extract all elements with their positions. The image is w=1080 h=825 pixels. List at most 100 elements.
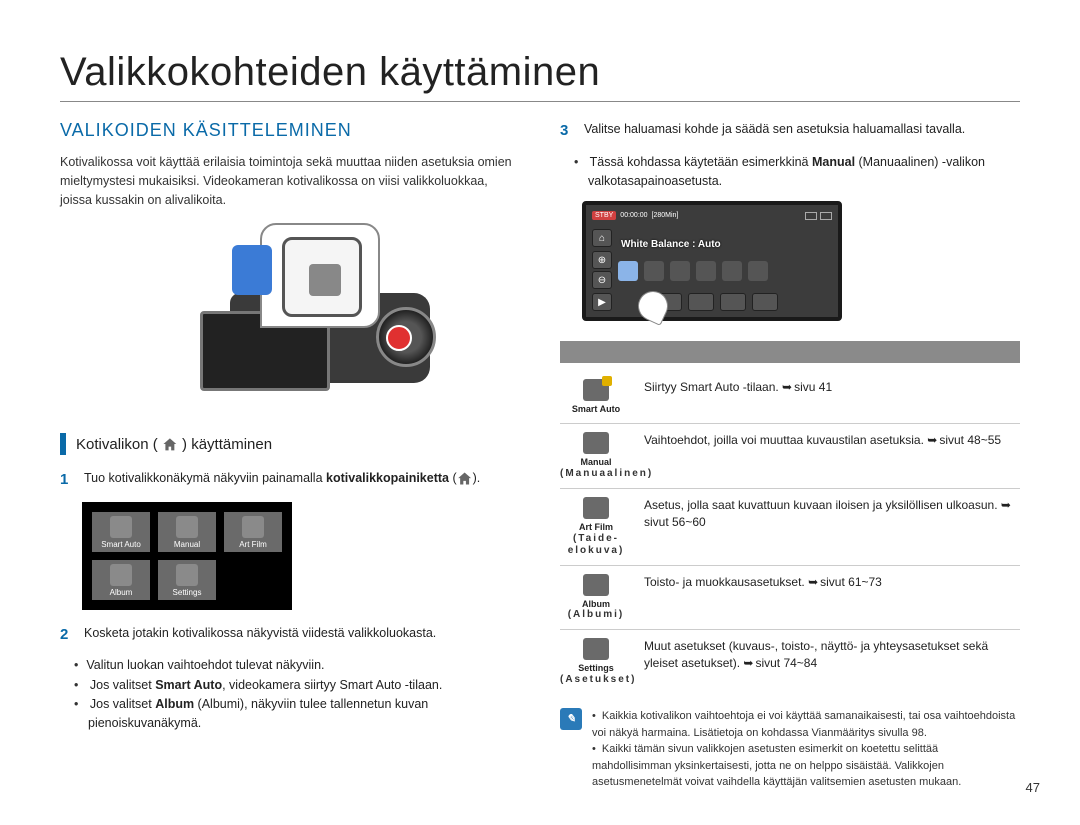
b2-bold: Smart Auto	[155, 678, 222, 692]
step-2-text: Kosketa jotakin kotivalikossa näkyvistä …	[84, 624, 436, 647]
row-sub: (Taide-elokuva)	[560, 533, 632, 557]
row-icon-label: Manual	[560, 457, 632, 468]
subhead-suffix: ) käyttäminen	[182, 436, 272, 453]
s3b1-pre: Tässä kohdassa käytetään esimerkkinä	[590, 155, 812, 169]
row-sub: (Asetukset)	[560, 674, 632, 686]
album-icon	[583, 574, 609, 596]
callout-tab	[232, 245, 272, 295]
step-3-text: Valitse haluamasi kohde ja säädä sen ase…	[584, 120, 965, 143]
ss-left-icons: ⌂⊕	[592, 229, 612, 269]
row-icon-col: Settings (Asetukset)	[560, 638, 632, 686]
b3-pre: Jos valitset	[90, 697, 155, 711]
table-row: Settings (Asetukset) Muut asetukset (kuv…	[560, 630, 1020, 694]
b3-bold: Album	[155, 697, 194, 711]
step-1: 1 Tuo kotivalikkonäkymä näkyviin painama…	[60, 469, 520, 492]
row-desc: Muut asetukset (kuvaus-, toisto-, näyttö…	[644, 638, 1020, 672]
wb-label: White Balance : Auto	[621, 239, 721, 250]
grid-smart-auto: Smart Auto	[92, 512, 150, 552]
row-icon-col: Art Film (Taide-elokuva)	[560, 497, 632, 557]
note-box: ✎ Kaikkia kotivalikon vaihtoehtoja ei vo…	[560, 708, 1020, 791]
step-2-bullets: Valitun luokan vaihtoehdot tulevat näkyv…	[60, 656, 520, 734]
row-sub: (Albumi)	[560, 609, 632, 621]
row-desc: Vaihtoehdot, joilla voi muuttaa kuvausti…	[644, 432, 1020, 449]
note-item: Kaikki tämän sivun valikkojen asetusten …	[592, 741, 1020, 791]
home-icon	[309, 264, 341, 296]
row-icon-label: Art Film	[560, 522, 632, 533]
menu-table: Smart Auto Siirtyy Smart Auto -tilaan. s…	[560, 341, 1020, 694]
home-icon	[162, 437, 178, 453]
grid-settings: Settings	[158, 560, 216, 600]
step1-end: ).	[473, 471, 481, 485]
subheading-row: Kotivalikon ( ) käyttäminen	[60, 433, 520, 455]
row-sub: (Manuaalinen)	[560, 468, 632, 480]
step-1-text: Tuo kotivalikkonäkymä näkyviin painamall…	[84, 469, 480, 492]
subhead-prefix: Kotivalikon (	[76, 436, 158, 453]
home-icon: ⌂	[592, 229, 612, 247]
wb-cloudy-icon	[670, 261, 690, 281]
desc-ref: sivut 74~84	[755, 656, 817, 670]
step1-pre: Tuo kotivalikkonäkymä näkyviin painamall…	[84, 471, 326, 485]
wb-fluorescent-icon	[696, 261, 716, 281]
step-2: 2 Kosketa jotakin kotivalikossa näkyvist…	[60, 624, 520, 647]
step-number: 2	[60, 624, 74, 647]
home-icon	[457, 471, 473, 487]
table-row: Manual (Manuaalinen) Vaihtoehdot, joilla…	[560, 424, 1020, 489]
section-heading: VALIKOIDEN KÄSITTELEMINEN	[60, 120, 520, 141]
step1-post: (	[449, 471, 457, 485]
b2-post: , videokamera siirtyy Smart Auto -tilaan…	[222, 678, 442, 692]
callout-inner	[282, 237, 362, 317]
row-desc: Asetus, jolla saat kuvattuun kuvaan iloi…	[644, 497, 1020, 531]
row-icon-label: Album	[560, 599, 632, 610]
step-3: 3 Valitse haluamasi kohde ja säädä sen a…	[560, 120, 1020, 143]
row-icon-label: Smart Auto	[560, 404, 632, 415]
row-desc: Siirtyy Smart Auto -tilaan. sivu 41	[644, 379, 1020, 396]
ss-status-icons	[805, 212, 832, 220]
wb-tungsten-icon	[722, 261, 742, 281]
row-icon-col: Manual (Manuaalinen)	[560, 432, 632, 480]
bullet: Valitun luokan vaihtoehdot tulevat näkyv…	[88, 656, 520, 675]
left-column: VALIKOIDEN KÄSITTELEMINEN Kotivalikossa …	[60, 120, 520, 791]
row-icon-col: Smart Auto	[560, 379, 632, 415]
manual-icon	[583, 432, 609, 454]
note-list: Kaikkia kotivalikon vaihtoehtoja ei voi …	[592, 708, 1020, 791]
intro-paragraph: Kotivalikossa voit käyttää erilaisia toi…	[60, 153, 520, 209]
ss-left-icons-bottom: ⊖▶	[592, 271, 612, 311]
title-divider	[60, 101, 1020, 102]
s3b1-bold: Manual	[812, 155, 855, 169]
arrow-icon	[1001, 497, 1013, 514]
desc-text: Asetus, jolla saat kuvattuun kuvaan iloi…	[644, 498, 1001, 512]
play-icon: ▶	[592, 293, 612, 311]
bullet: Tässä kohdassa käytetään esimerkkinä Man…	[588, 153, 1020, 192]
step1-bold: kotivalikkopainiketta	[326, 471, 449, 485]
desc-ref: sivu 41	[794, 380, 832, 394]
home-button-callout	[260, 223, 380, 328]
grid-album: Album	[92, 560, 150, 600]
table-header	[560, 341, 1020, 363]
smart-auto-icon	[583, 379, 609, 401]
b2-pre: Jos valitset	[90, 678, 155, 692]
step-3-bullets: Tässä kohdassa käytetään esimerkkinä Man…	[560, 153, 1020, 192]
page-number: 47	[1026, 780, 1040, 795]
note-item: Kaikkia kotivalikon vaihtoehtoja ei voi …	[592, 708, 1020, 741]
desc-text: Vaihtoehdot, joilla voi muuttaa kuvausti…	[644, 433, 927, 447]
row-icon-label: Settings	[560, 663, 632, 674]
ss-remain: [280Min]	[652, 212, 679, 219]
zoom-out-icon: ⊖	[592, 271, 612, 289]
page-title: Valikkokohteiden käyttäminen	[60, 50, 1020, 95]
row-desc: Toisto- ja muokkausasetukset. sivut 61~7…	[644, 574, 1020, 591]
ss-time: 00:00:00	[620, 212, 647, 219]
arrow-icon	[782, 379, 794, 396]
arrow-icon	[808, 574, 820, 591]
grid-manual: Manual	[158, 512, 216, 552]
arrow-icon	[743, 655, 755, 672]
right-column: 3 Valitse haluamasi kohde ja säädä sen a…	[560, 120, 1020, 791]
home-menu-grid: Smart Auto Manual Art Film Album Setting…	[82, 502, 292, 610]
camera-illustration	[140, 223, 440, 403]
desc-text: Siirtyy Smart Auto -tilaan.	[644, 380, 782, 394]
desc-text: Toisto- ja muokkausasetukset.	[644, 575, 808, 589]
table-row: Album (Albumi) Toisto- ja muokkausasetuk…	[560, 566, 1020, 631]
stby-badge: STBY	[592, 211, 616, 220]
note-icon: ✎	[560, 708, 582, 730]
bullet: Jos valitset Album (Albumi), näkyviin tu…	[88, 695, 520, 734]
ss-bottom-icons	[656, 293, 778, 311]
